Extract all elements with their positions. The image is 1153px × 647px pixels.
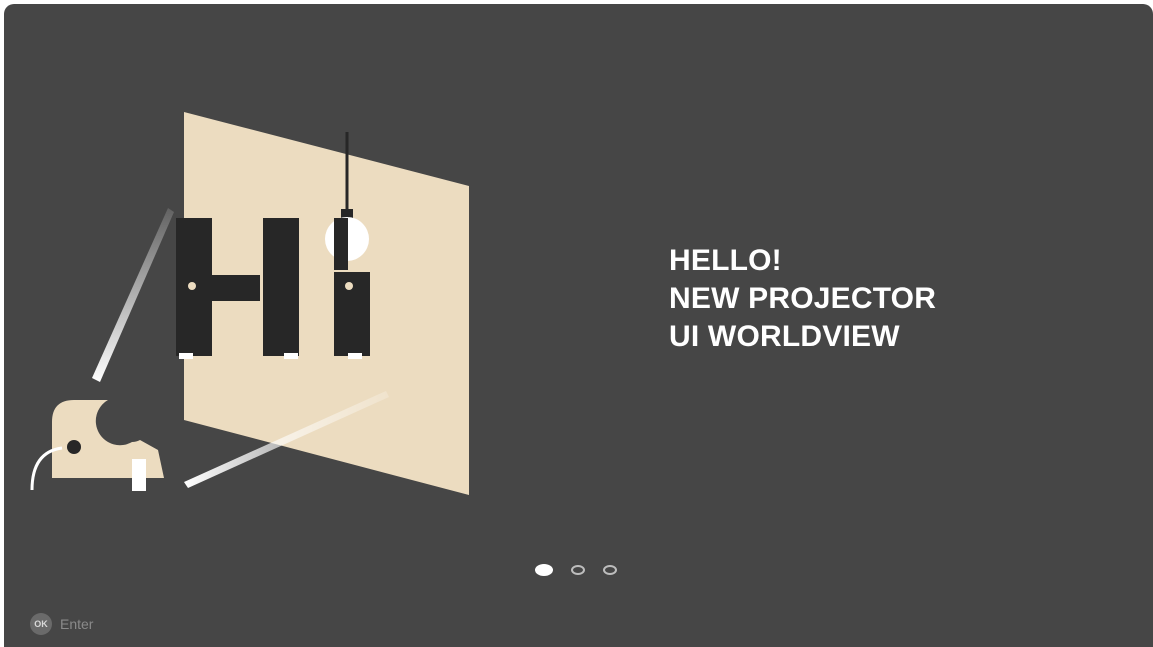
projector-lens-icon bbox=[67, 440, 81, 454]
beam-top bbox=[92, 208, 174, 382]
headline-line-3: UI WORLDVIEW bbox=[669, 320, 900, 353]
letter-i-dot bbox=[334, 218, 348, 270]
headline-line-1: HELLO! bbox=[669, 244, 782, 277]
page-indicator bbox=[535, 564, 617, 576]
projector-hi-illustration bbox=[30, 112, 469, 495]
projector-body bbox=[52, 400, 164, 478]
welcome-screen: HELLO! NEW PROJECTOR UI WORLDVIEW OK Ent… bbox=[4, 4, 1153, 647]
welcome-headline: HELLO! NEW PROJECTOR UI WORLDVIEW bbox=[669, 242, 936, 356]
projection-screen bbox=[184, 112, 469, 495]
ok-button-icon: OK bbox=[30, 613, 52, 635]
projector-foot bbox=[132, 459, 146, 491]
page-dot-1-active[interactable] bbox=[535, 564, 553, 576]
enter-hint[interactable]: OK Enter bbox=[30, 613, 93, 635]
page-dot-2[interactable] bbox=[571, 565, 585, 575]
headline-line-2: NEW PROJECTOR bbox=[669, 282, 937, 315]
enter-label: Enter bbox=[60, 616, 94, 632]
page-dot-3[interactable] bbox=[603, 565, 617, 575]
letter-h-right bbox=[263, 218, 299, 356]
